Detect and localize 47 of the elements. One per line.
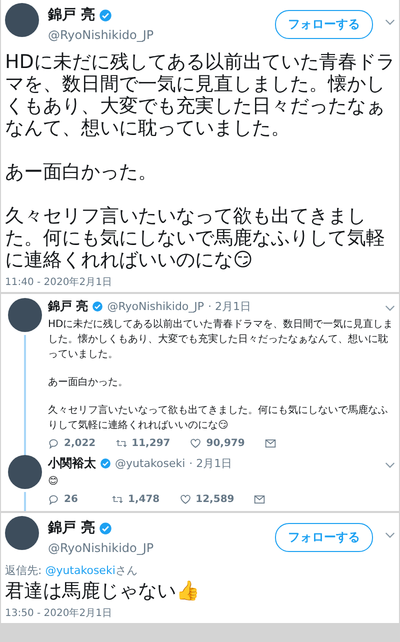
count: 11,297 — [132, 438, 170, 449]
heart-icon[interactable] — [180, 494, 191, 505]
avatar — [8, 298, 42, 332]
user-handle: @yutakoseki — [115, 457, 186, 470]
user-name: 小関裕太 — [48, 455, 96, 472]
count: 26 — [64, 494, 78, 505]
avatar — [8, 455, 42, 489]
chevron-down-icon[interactable] — [385, 532, 395, 539]
reply-icon[interactable] — [48, 494, 59, 505]
user-handle: @RyoNishikido_JP — [107, 300, 204, 313]
chevron-down-icon[interactable] — [385, 19, 395, 26]
mail-icon[interactable] — [254, 495, 266, 504]
user-name: 錦戸 亮 — [48, 298, 88, 315]
tweet-text: あー面白かった。 — [48, 376, 129, 390]
tweet-text: あー面白かった。 — [5, 161, 158, 183]
tweet-text: 久々セリフ言いたいなって欲も出てきました。何にも気にしないで馬鹿なふりして気軽に連絡くれればいいのにな😏 — [5, 205, 386, 271]
chevron-down-icon[interactable] — [385, 305, 395, 312]
count: 2,022 — [64, 438, 96, 449]
user-name: 錦戸 亮 — [48, 519, 95, 537]
user-handle: @RyoNishikido_JP — [48, 541, 155, 555]
follow-button[interactable]: フォローする — [275, 10, 373, 39]
reply-to-line: 返信先: @yutakoseki さん — [4, 563, 138, 578]
retweet-icon[interactable] — [116, 438, 127, 449]
count: 12,589 — [196, 494, 234, 505]
user-name: 錦戸 亮 — [48, 6, 95, 24]
avatar — [5, 3, 39, 37]
reply-icon[interactable] — [48, 438, 59, 449]
tweet-text: 久々セリフ言いたいなって欲も出てきました。何にも気にしないで馬鹿なふりして気軽に連絡くれればいいのにな😏 — [48, 404, 389, 433]
tweet-text: HDに未だに残してある以前出ていた青春ドラマを、数日間で一気に見直しました。懐かしくもあり、大変でも充実した日々だったなぁなんて、想いに耽っていました。 — [5, 51, 395, 139]
timestamp: 13:50 - 2020年2月1日 — [4, 607, 113, 621]
retweet-icon[interactable] — [112, 494, 123, 505]
timestamp: 11:40 - 2020年2月1日 — [4, 276, 113, 290]
tweet-date: · 2月1日 — [208, 299, 252, 314]
avatar — [5, 516, 39, 550]
count: 1,478 — [128, 494, 160, 505]
mention-link[interactable]: @yutakoseki — [45, 564, 116, 577]
user-handle: @RyoNishikido_JP — [48, 28, 155, 42]
mail-icon[interactable] — [264, 439, 276, 448]
tweet-text: 😊 — [48, 475, 60, 489]
count: 90,979 — [206, 438, 245, 449]
tweet-text: HDに未だに残してある以前出ていた青春ドラマを、数日間で一気に見直しました。懐かしくもあり、大変でも充実した日々だったなぁなんて、想いに耽っていました。 — [48, 318, 394, 362]
thread-line — [24, 492, 26, 511]
chevron-down-icon[interactable] — [385, 462, 395, 469]
heart-icon[interactable] — [190, 438, 202, 449]
tweet-date: · 2月1日 — [189, 456, 232, 471]
follow-button[interactable]: フォローする — [275, 523, 373, 552]
tweet-text: 君達は馬鹿じゃない👍 — [5, 580, 201, 602]
